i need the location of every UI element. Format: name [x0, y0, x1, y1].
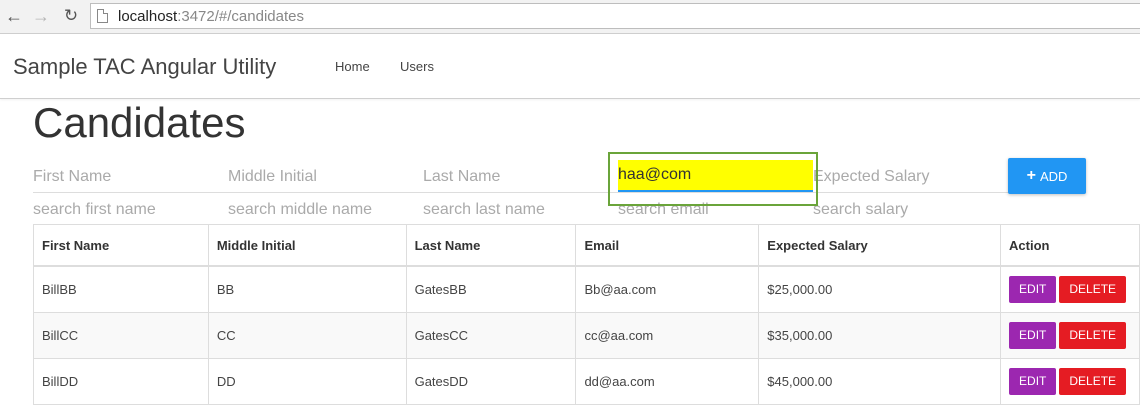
column-header-expected-salary: Expected Salary	[758, 224, 1002, 267]
nav-link-home[interactable]: Home	[335, 59, 370, 74]
nav-link-users[interactable]: Users	[400, 59, 434, 74]
edit-button[interactable]: EDIT	[1009, 322, 1057, 349]
browser-toolbar: ← → ↻ localhost:3472/#/candidates	[0, 0, 1140, 34]
cell-middle-initial: CC	[207, 312, 407, 359]
cell-action: EDIT DELETE	[1000, 312, 1140, 359]
expected-salary-field[interactable]: Expected Salary	[813, 162, 930, 192]
column-header-action: Action	[1000, 224, 1140, 267]
cell-expected-salary: $35,000.00	[758, 312, 1002, 359]
cell-action: EDIT DELETE	[1000, 265, 1140, 313]
reload-icon[interactable]: ↻	[61, 5, 81, 27]
delete-button[interactable]: DELETE	[1059, 276, 1127, 303]
cell-middle-initial: BB	[207, 265, 407, 313]
cell-last-name: GatesDD	[405, 358, 577, 405]
search-last-name-input[interactable]: search last name	[423, 195, 545, 225]
column-header-middle-initial: Middle Initial	[207, 224, 407, 267]
plus-icon: +	[1026, 167, 1036, 184]
delete-button[interactable]: DELETE	[1059, 368, 1127, 395]
cell-expected-salary: $45,000.00	[758, 358, 1002, 405]
page-title: Candidates	[33, 99, 246, 146]
edit-button[interactable]: EDIT	[1009, 368, 1057, 395]
brand-link[interactable]: Sample TAC Angular Utility	[13, 54, 276, 80]
email-field[interactable]	[618, 160, 813, 192]
candidates-table: First Name Middle Initial Last Name Emai…	[33, 224, 1140, 405]
middle-initial-field[interactable]: Middle Initial	[228, 162, 317, 192]
search-filter-row: search first name search middle name sea…	[33, 195, 1008, 225]
search-salary-input[interactable]: search salary	[813, 195, 908, 225]
cell-email: dd@aa.com	[575, 358, 760, 405]
back-arrow-icon[interactable]: ←	[4, 5, 24, 27]
cell-first-name: BillBB	[33, 265, 209, 313]
cell-first-name: BillDD	[33, 358, 209, 405]
edit-button[interactable]: EDIT	[1009, 276, 1057, 303]
column-header-last-name: Last Name	[405, 224, 577, 267]
forward-arrow-icon[interactable]: →	[31, 5, 51, 27]
cell-email: Bb@aa.com	[575, 265, 760, 313]
table-row: BillCC CC GatesCC cc@aa.com $35,000.00 E…	[33, 312, 1140, 359]
last-name-field[interactable]: Last Name	[423, 162, 500, 192]
cell-expected-salary: $25,000.00	[758, 265, 1002, 313]
cell-last-name: GatesBB	[405, 265, 577, 313]
cell-action: EDIT DELETE	[1000, 358, 1140, 405]
cell-last-name: GatesCC	[405, 312, 577, 359]
cell-middle-initial: DD	[207, 358, 407, 405]
first-name-field[interactable]: First Name	[33, 162, 111, 192]
url-text: localhost:3472/#/candidates	[118, 8, 304, 25]
column-header-email: Email	[575, 224, 760, 267]
cell-email: cc@aa.com	[575, 312, 760, 359]
search-middle-name-input[interactable]: search middle name	[228, 195, 372, 225]
search-first-name-input[interactable]: search first name	[33, 195, 156, 225]
add-candidate-row: First Name Middle Initial Last Name Expe…	[33, 162, 1008, 193]
delete-button[interactable]: DELETE	[1059, 322, 1127, 349]
table-row: BillDD DD GatesDD dd@aa.com $45,000.00 E…	[33, 358, 1140, 405]
table-row: BillBB BB GatesBB Bb@aa.com $25,000.00 E…	[33, 265, 1140, 313]
cell-first-name: BillCC	[33, 312, 209, 359]
address-bar[interactable]: localhost:3472/#/candidates	[90, 3, 1140, 29]
add-button-label: ADD	[1039, 168, 1068, 184]
page-icon	[97, 9, 108, 23]
add-button[interactable]: + ADD	[1008, 158, 1086, 194]
table-header-row: First Name Middle Initial Last Name Emai…	[33, 224, 1140, 267]
column-header-first-name: First Name	[33, 224, 209, 267]
app-navbar: Sample TAC Angular Utility Home Users	[0, 34, 1140, 99]
